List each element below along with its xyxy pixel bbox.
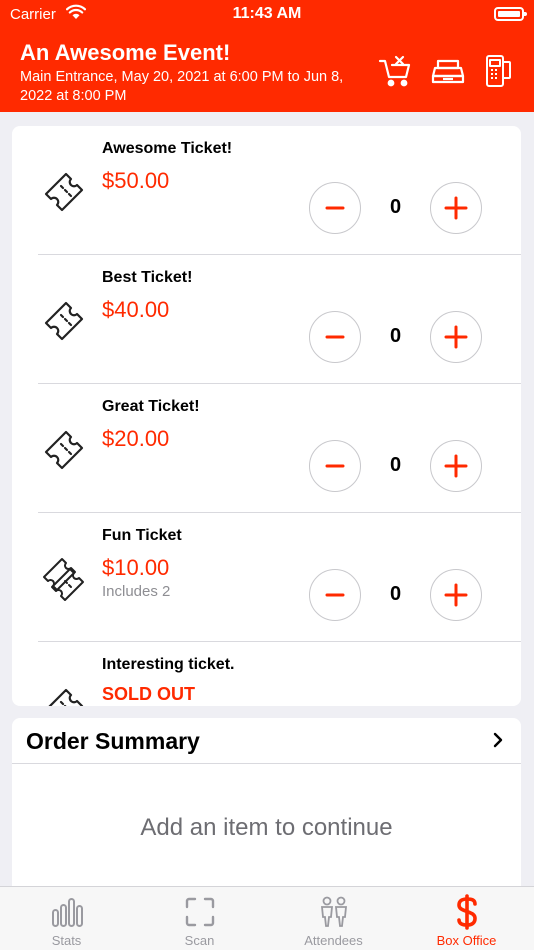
increase-button[interactable]	[430, 182, 482, 234]
decrease-button[interactable]	[309, 182, 361, 234]
cash-register-icon[interactable]	[430, 54, 466, 88]
quantity-value: 0	[389, 325, 402, 347]
tab-label: Stats	[51, 933, 82, 948]
tab-bar: Stats Scan Attendees Box Office	[0, 886, 534, 950]
ticket-name: Awesome Ticket!	[102, 140, 233, 157]
status-bar: Carrier 11:43 AM	[0, 0, 534, 30]
decrease-button[interactable]	[309, 311, 361, 363]
attendees-icon	[267, 895, 400, 929]
ticket-row: Interesting ticket. SOLD OUT	[12, 642, 521, 706]
quantity-value: 0	[389, 454, 402, 476]
top-bar: Carrier 11:43 AM An Awesome Event! Main …	[0, 0, 534, 112]
tab-label: Attendees	[304, 933, 363, 948]
decrease-button[interactable]	[309, 569, 361, 621]
ticket-name: Best Ticket!	[102, 269, 193, 286]
increase-button[interactable]	[430, 311, 482, 363]
dollar-icon	[400, 894, 533, 930]
double-ticket-icon	[40, 553, 90, 603]
event-subtitle: Main Entrance, May 20, 2021 at 6:00 PM t…	[20, 69, 344, 104]
ticket-price: $10.00	[102, 555, 170, 580]
ticket-price: $50.00	[102, 168, 170, 193]
ticket-price: $20.00	[102, 426, 170, 451]
ticket-row: Awesome Ticket! $50.00 0	[12, 126, 521, 255]
ticket-icon	[40, 295, 90, 345]
tab-scan[interactable]: Scan	[133, 887, 266, 950]
empty-order-message: Add an item to continue	[140, 814, 393, 841]
ticket-icon	[40, 682, 90, 706]
scan-icon	[133, 895, 266, 929]
tab-stats[interactable]: Stats	[0, 887, 133, 950]
stats-icon	[0, 895, 133, 929]
clock: 11:43 AM	[232, 5, 302, 22]
increase-button[interactable]	[430, 440, 482, 492]
decrease-button[interactable]	[309, 440, 361, 492]
order-summary-header[interactable]: Order Summary	[12, 718, 521, 764]
ticket-name: Fun Ticket	[102, 527, 182, 544]
quantity-value: 0	[389, 196, 402, 218]
event-title: An Awesome Event!	[20, 40, 231, 65]
chevron-right-icon[interactable]	[493, 732, 503, 753]
ticket-price: $40.00	[102, 297, 170, 322]
ticket-row: Best Ticket! $40.00 0	[12, 255, 521, 384]
ticket-name: Interesting ticket.	[102, 656, 235, 673]
cart-remove-icon[interactable]	[378, 54, 414, 88]
tab-label: Box Office	[436, 933, 497, 948]
card-terminal-icon[interactable]	[480, 54, 516, 88]
tab-box-office[interactable]: Box Office	[400, 887, 533, 950]
ticket-row: Fun Ticket $10.00 Includes 2 0	[12, 513, 521, 642]
increase-button[interactable]	[430, 569, 482, 621]
battery-icon	[494, 7, 527, 21]
ticket-row: Great Ticket! $20.00 0	[12, 384, 521, 513]
ticket-list: Awesome Ticket! $50.00 0 Best Ticket! $4…	[12, 126, 521, 706]
tab-attendees[interactable]: Attendees	[267, 887, 400, 950]
ticket-icon	[40, 166, 90, 216]
ticket-name: Great Ticket!	[102, 398, 200, 415]
quantity-value: 0	[389, 583, 402, 605]
order-summary-title: Order Summary	[26, 728, 200, 754]
sold-out-label: SOLD OUT	[102, 684, 195, 704]
ticket-includes: Includes 2	[102, 583, 171, 600]
ticket-icon	[40, 424, 90, 474]
tab-label: Scan	[184, 933, 215, 948]
